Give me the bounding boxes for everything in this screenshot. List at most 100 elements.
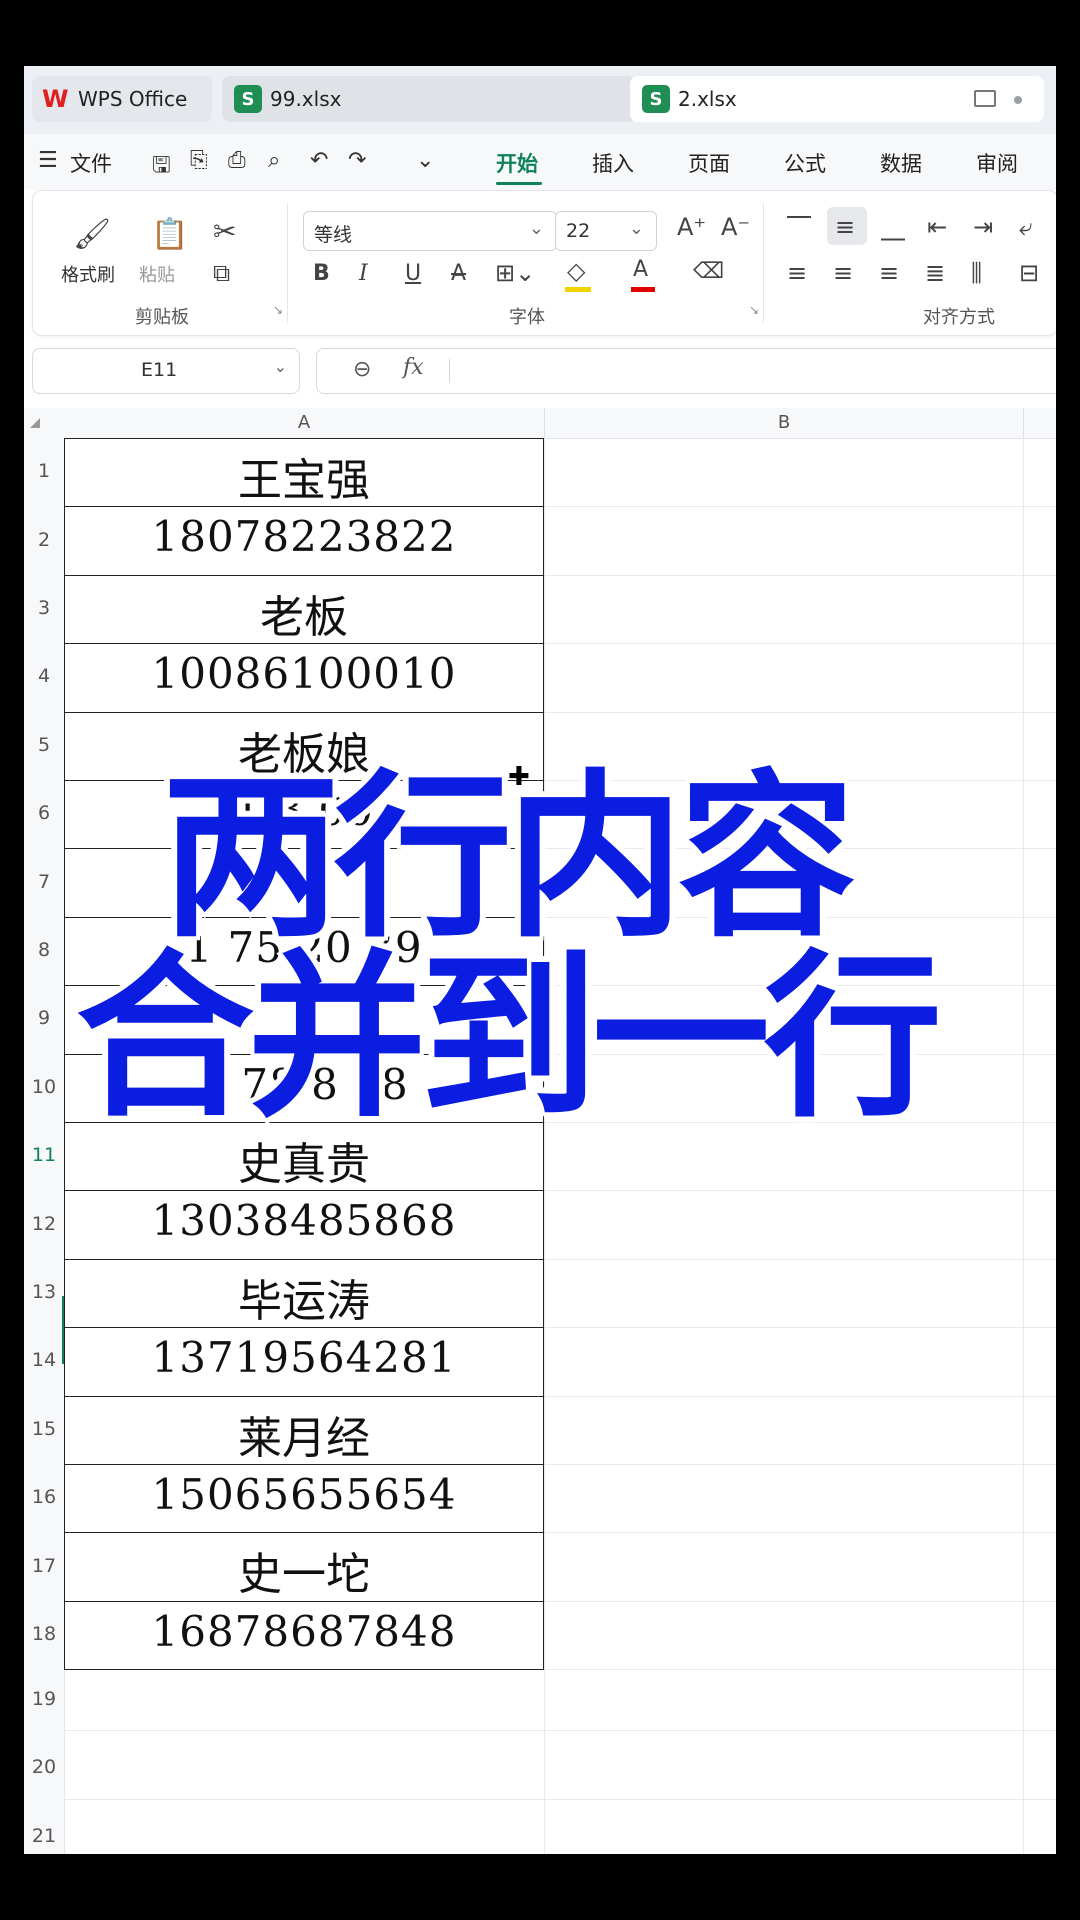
expand-icon[interactable]: ↘ (749, 303, 759, 317)
function-icon[interactable]: fx (403, 355, 424, 380)
cell-a7[interactable] (64, 854, 544, 916)
row-number[interactable]: 21 (24, 1825, 64, 1847)
row-number[interactable]: 13 (24, 1281, 64, 1303)
cell-a15[interactable]: 莱月经 (64, 1402, 544, 1464)
save-icon[interactable]: 🖫 (152, 148, 171, 186)
align-top-icon[interactable]: ⎺ (787, 213, 811, 241)
align-bottom-icon[interactable]: ⎽ (881, 213, 905, 241)
row-number[interactable]: 11 (24, 1144, 64, 1166)
zoom-icon[interactable]: ⊖ (353, 357, 371, 382)
menu-file[interactable]: 文件 (70, 148, 112, 178)
row-number[interactable]: 17 (24, 1555, 64, 1577)
fill-color-icon[interactable]: ◇ (567, 257, 585, 285)
row-number[interactable]: 6 (24, 802, 64, 824)
divider (449, 359, 450, 383)
strikethrough-button[interactable]: A (451, 261, 466, 286)
bold-button[interactable]: B (313, 261, 330, 286)
print-preview-icon[interactable]: ⌕ (268, 148, 280, 173)
spreadsheet-grid[interactable]: A B 1 王宝强 2 18078223822 3 老板 4 10086100010 5 老板娘 6… (24, 408, 1056, 1854)
row-number[interactable]: 12 (24, 1213, 64, 1235)
export-icon[interactable]: ⎘ (190, 148, 208, 173)
menu-review[interactable]: 审阅 (976, 148, 1018, 178)
print-icon[interactable]: ⎙ (228, 148, 246, 173)
cut-icon[interactable]: ✂ (213, 215, 236, 248)
italic-button[interactable]: I (359, 261, 368, 286)
row-number[interactable]: 4 (24, 665, 64, 687)
cell-a13[interactable]: 毕运涛 (64, 1265, 544, 1327)
increase-font-icon[interactable]: A⁺ (677, 213, 706, 241)
eraser-icon[interactable]: ⌫ (693, 259, 724, 284)
row-number[interactable]: 14 (24, 1349, 64, 1371)
redo-icon[interactable]: ↷ (348, 148, 366, 173)
align-left-icon[interactable]: ≡ (787, 259, 807, 287)
tab-wps-office[interactable]: W WPS Office (32, 76, 212, 122)
cell-a11[interactable]: 史真贵 (64, 1128, 544, 1190)
paste-label[interactable]: 粘贴 (139, 261, 175, 287)
row-number[interactable]: 7 (24, 871, 64, 893)
select-all-corner-icon[interactable] (30, 418, 40, 428)
increase-indent-icon[interactable]: ⇥ (973, 213, 993, 241)
borders-icon[interactable]: ⊞⌄ (495, 259, 535, 287)
cell-a2[interactable]: 18078223822 (64, 512, 544, 574)
cell-a9[interactable] (64, 991, 544, 1053)
row-number[interactable]: 18 (24, 1623, 64, 1645)
row-number[interactable]: 5 (24, 734, 64, 756)
cell-a6[interactable]: 1 3 00 (64, 786, 544, 848)
decrease-indent-icon[interactable]: ⇤ (927, 213, 947, 241)
cell-a16[interactable]: 15065655654 (64, 1470, 544, 1532)
align-right-icon[interactable]: ≡ (879, 259, 899, 287)
row-number[interactable]: 16 (24, 1486, 64, 1508)
cell-a10[interactable]: 1 78 8 38 (64, 1060, 544, 1122)
monitor-icon[interactable] (974, 90, 996, 107)
expand-icon[interactable]: ↘ (273, 303, 283, 317)
format-painter-label[interactable]: 格式刷 (61, 261, 115, 287)
copy-icon[interactable]: ⧉ (213, 259, 230, 287)
name-box[interactable]: E11 ⌄ (32, 348, 300, 394)
font-name-select[interactable]: 等线 ⌄ (303, 211, 557, 251)
cell-a17[interactable]: 史一坨 (64, 1538, 544, 1600)
decrease-font-icon[interactable]: A⁻ (721, 213, 750, 241)
row-number[interactable]: 20 (24, 1756, 64, 1778)
format-painter-icon[interactable]: 🖌 (73, 217, 111, 252)
cell-a4[interactable]: 10086100010 (64, 649, 544, 711)
tab-2-xlsx[interactable]: S 2.xlsx (630, 76, 1044, 122)
tab-label: 99.xlsx (270, 87, 342, 111)
menu-page[interactable]: 页面 (688, 148, 730, 178)
cell-a8[interactable]: 1 75 20 39 (64, 923, 544, 985)
paste-icon[interactable]: 📋 (151, 217, 188, 252)
row-number[interactable]: 3 (24, 597, 64, 619)
cell-a14[interactable]: 13719564281 (64, 1333, 544, 1395)
menu-formula[interactable]: 公式 (784, 148, 826, 178)
wrap-text-icon[interactable]: ⤶ (1019, 213, 1032, 241)
column-header-a[interactable]: A (64, 408, 544, 438)
cell-a5[interactable]: 老板娘 (64, 718, 544, 780)
cell-a1[interactable]: 王宝强 (64, 444, 544, 506)
title-bar: W WPS Office S 99.xlsx S 2.xlsx (24, 66, 1056, 134)
row-number[interactable]: 10 (24, 1076, 64, 1098)
formula-input[interactable]: ⊖ fx (316, 348, 1056, 394)
cell-a18[interactable]: 16878687848 (64, 1607, 544, 1669)
menu-insert[interactable]: 插入 (592, 148, 634, 178)
row-number[interactable]: 19 (24, 1688, 64, 1710)
tab-99-xlsx[interactable]: S 99.xlsx (222, 76, 636, 122)
font-size-select[interactable]: 22 ⌄ (555, 211, 657, 251)
menu-data[interactable]: 数据 (880, 148, 922, 178)
row-number[interactable]: 8 (24, 939, 64, 961)
chevron-down-icon[interactable]: ⌄ (416, 148, 434, 173)
cell-a12[interactable]: 13038485868 (64, 1196, 544, 1258)
row-number[interactable]: 9 (24, 1007, 64, 1029)
column-header-b[interactable]: B (544, 408, 1024, 438)
align-center-icon[interactable]: ≡ (833, 259, 853, 287)
row-number[interactable]: 1 (24, 460, 64, 482)
underline-button[interactable]: U (405, 261, 421, 286)
menu-home[interactable]: 开始 (496, 148, 538, 178)
undo-icon[interactable]: ↶ (310, 148, 328, 173)
font-color-icon[interactable]: A (633, 257, 648, 282)
cell-a3[interactable]: 老板 (64, 581, 544, 643)
justify-icon[interactable]: ≣ (925, 259, 945, 287)
distributed-icon[interactable]: ⫼ (971, 259, 982, 287)
row-number[interactable]: 2 (24, 529, 64, 551)
merge-cells-icon[interactable]: ⊟ (1019, 259, 1039, 287)
hamburger-icon[interactable]: ☰ (38, 148, 58, 173)
row-number[interactable]: 15 (24, 1418, 64, 1440)
